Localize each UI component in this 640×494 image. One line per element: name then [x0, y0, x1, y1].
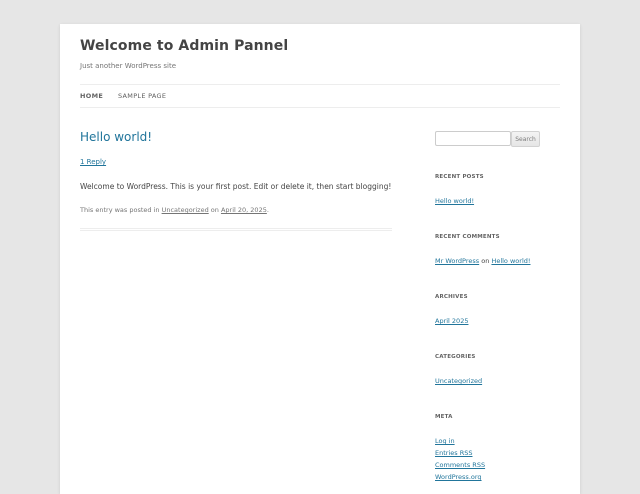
reply-link[interactable]: 1 Reply: [80, 158, 106, 166]
site-description: Just another WordPress site: [80, 62, 177, 70]
category-widget-link[interactable]: Uncategorized: [435, 377, 482, 385]
post-content: Welcome to WordPress. This is your first…: [80, 182, 392, 191]
comment-post-link[interactable]: Hello world!: [491, 257, 530, 265]
date-link[interactable]: April 20, 2025: [221, 206, 267, 214]
nav-item-sample-page[interactable]: SAMPLE PAGE: [118, 92, 166, 100]
page-container: Welcome to Admin Pannel Just another Wor…: [60, 24, 580, 494]
post-divider: [80, 228, 392, 231]
entry-meta-prefix: This entry was posted in: [80, 206, 160, 214]
site-title[interactable]: Welcome to Admin Pannel: [80, 38, 288, 54]
recent-posts-title: RECENT POSTS: [435, 174, 484, 180]
recent-comments-title: RECENT COMMENTS: [435, 234, 500, 240]
recent-post-link[interactable]: Hello world!: [435, 197, 474, 205]
entries-rss-link[interactable]: Entries RSS: [435, 449, 472, 457]
archive-link[interactable]: April 2025: [435, 317, 468, 325]
meta-title: META: [435, 414, 453, 420]
entry-meta-on: on: [210, 206, 219, 214]
main-navigation: HOME SAMPLE PAGE: [80, 84, 560, 108]
comment-author-link[interactable]: Mr WordPress: [435, 257, 479, 265]
login-link[interactable]: Log in: [435, 437, 455, 445]
categories-title: CATEGORIES: [435, 354, 476, 360]
post-title[interactable]: Hello world!: [80, 130, 152, 144]
archives-title: ARCHIVES: [435, 294, 468, 300]
category-link[interactable]: Uncategorized: [162, 206, 209, 214]
comments-rss-link[interactable]: Comments RSS: [435, 461, 485, 469]
recent-comment-item: Mr WordPress on Hello world!: [435, 257, 530, 265]
comment-on-text: on: [481, 257, 490, 265]
nav-item-home[interactable]: HOME: [80, 92, 103, 100]
entry-meta: This entry was posted in Uncategorized o…: [80, 206, 269, 214]
search-button[interactable]: Search: [511, 131, 540, 147]
search-input[interactable]: [435, 131, 511, 146]
entry-meta-suffix: .: [266, 206, 269, 214]
